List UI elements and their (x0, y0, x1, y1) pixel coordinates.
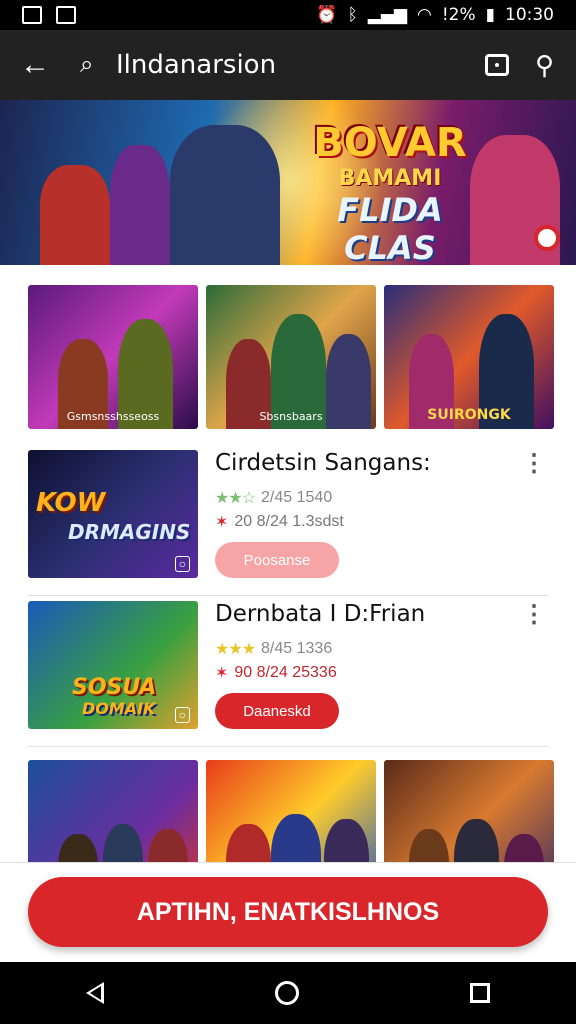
thumb-figure (409, 829, 449, 862)
cover-logo-bottom: DOMAIK (82, 699, 156, 718)
banner-title-line1: BOVAR (313, 120, 467, 166)
meta-text: 90 8/24 25336 (234, 664, 337, 681)
thumb-figure (454, 819, 499, 862)
search-icon[interactable]: ⌕ (80, 51, 116, 79)
thumb-figure (103, 824, 143, 862)
app-toolbar: ← ⌕ Ilndanarsion ⚲ (0, 30, 576, 100)
rating-text: 8/45 1336 (261, 640, 333, 657)
heart-icon: ✶ (215, 665, 229, 682)
purchase-button[interactable]: Poosanse (215, 542, 339, 578)
primary-action-button[interactable]: APTIHN, ENATKISLHNOS (28, 877, 548, 947)
thumb-row-top: Gsmsnsshsseoss Sbsnsbaars SUIRONGK (28, 285, 554, 429)
star-rating-icon: ★★★ (215, 641, 256, 658)
game-thumbnail[interactable]: Sbsnsbaars (206, 285, 376, 429)
thumb-row-bottom (28, 760, 554, 862)
rating-text: 2/45 1540 (261, 489, 333, 506)
item-rating: ★★★ 8/45 1336 (215, 639, 332, 659)
thumb-caption: Gsmsnsshsseoss (66, 410, 160, 423)
item-title[interactable]: Dernbata I D:Frian (215, 601, 425, 627)
magnifier-icon[interactable]: ⚲ (535, 50, 554, 81)
status-bar: ⏰ ᛒ ▂▄▆ ◠ !2% ▮ 10:30 (0, 0, 576, 30)
game-thumbnail[interactable] (206, 760, 376, 862)
shopping-bag-icon[interactable] (484, 54, 509, 76)
thumb-figure (226, 824, 271, 862)
item-title[interactable]: Cirdetsin Sangans: (215, 450, 431, 476)
more-options-icon[interactable]: ⋮ (522, 603, 546, 627)
wifi-icon: ◠ (417, 5, 432, 25)
game-cover[interactable]: KOW DRMAGINS ○ (28, 450, 198, 578)
thumb-figure (324, 819, 369, 862)
hero-figure-center (170, 125, 280, 265)
clock: 10:30 (505, 5, 554, 25)
banner-title-line2: BAMAMI (338, 166, 442, 191)
more-options-icon[interactable]: ⋮ (522, 452, 546, 476)
bluetooth-icon: ᛒ (347, 5, 358, 25)
item-rating: ★★☆ 2/45 1540 (215, 488, 332, 508)
list-item[interactable]: KOW DRMAGINS ○ Cirdetsin Sangans: ★★☆ 2/… (0, 450, 576, 600)
meta-text: 20 8/24 1.3sdst (234, 513, 344, 530)
signal-icon: ▂▄▆ (367, 5, 407, 25)
back-arrow-icon[interactable]: ← (0, 48, 70, 82)
list-item[interactable]: SOSUA DOMAIK ○ Dernbata I D:Frian ★★★ 8/… (0, 601, 576, 751)
badge-icon (534, 225, 560, 251)
thumb-figure (148, 829, 188, 862)
cta-footer: APTIHN, ENATKISLHNOS (0, 862, 576, 962)
download-button[interactable]: Daaneskd (215, 693, 339, 729)
game-thumbnail[interactable]: Gsmsnsshsseoss (28, 285, 198, 429)
game-thumbnail[interactable]: SUIRONGK (384, 285, 554, 429)
banner-logo: BOVAR BAMAMI FLIDA CLAS (300, 120, 480, 265)
content-area: Gsmsnsshsseoss Sbsnsbaars SUIRONGK KOW D… (0, 265, 576, 862)
gallery-icon (22, 6, 42, 24)
banner-title-line3: FLIDA CLAS (337, 191, 443, 265)
alarm-icon: ⏰ (316, 5, 338, 25)
divider (28, 746, 548, 747)
battery-text: !2% (441, 5, 476, 25)
hero-banner[interactable]: BOVAR BAMAMI FLIDA CLAS (0, 100, 576, 265)
thumb-caption: Sbsnsbaars (259, 410, 323, 423)
heart-icon: ✶ (215, 514, 229, 531)
nav-recents-icon[interactable] (470, 983, 491, 1003)
hero-figure-second (110, 145, 170, 265)
hero-figure-left (40, 165, 110, 265)
nav-back-icon[interactable] (85, 982, 104, 1004)
cover-logo-top: SOSUA (72, 675, 157, 700)
thumb-figure (504, 834, 544, 862)
page-title: Ilndanarsion (116, 50, 277, 80)
cover-logo-bottom: DRMAGINS (68, 520, 191, 544)
battery-icon: ▮ (485, 5, 495, 25)
system-nav-bar (0, 962, 576, 1024)
nav-home-icon[interactable] (274, 981, 299, 1005)
divider (28, 595, 548, 596)
thumb-figure (271, 814, 321, 862)
game-thumbnail[interactable] (384, 760, 554, 862)
corner-icon: ○ (174, 707, 190, 723)
item-meta: ✶ 20 8/24 1.3sdst (215, 512, 344, 532)
thumb-figure (58, 834, 98, 862)
thumb-caption: SUIRONGK (427, 407, 511, 423)
item-meta: ✶ 90 8/24 25336 (215, 663, 337, 683)
game-thumbnail[interactable] (28, 760, 198, 862)
corner-icon: ○ (174, 556, 190, 572)
image-icon (56, 6, 76, 24)
cover-logo-top: KOW (36, 488, 106, 518)
game-cover[interactable]: SOSUA DOMAIK ○ (28, 601, 198, 729)
star-rating-icon: ★★☆ (215, 490, 256, 507)
